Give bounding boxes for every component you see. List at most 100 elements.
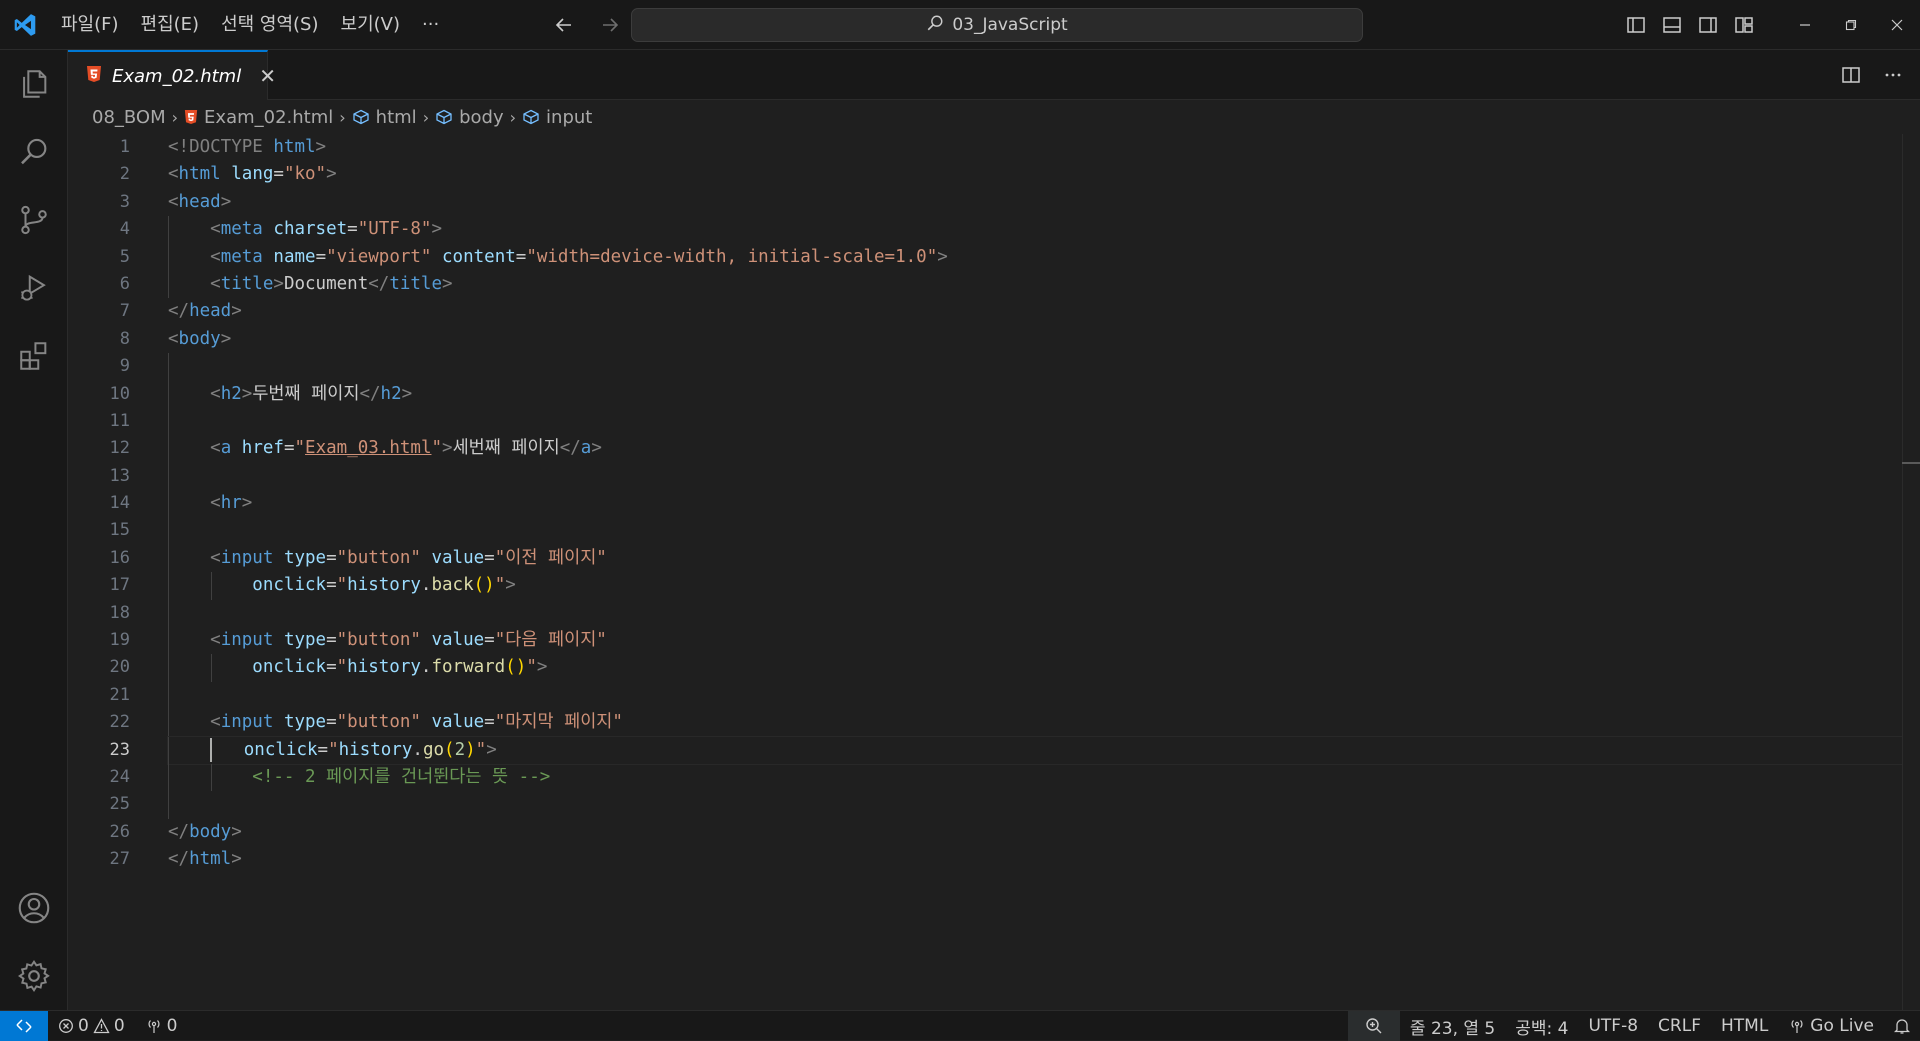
- code-line: <head>: [168, 191, 232, 212]
- attr-token: lang: [231, 164, 274, 185]
- encoding-setting[interactable]: UTF-8: [1578, 1011, 1648, 1041]
- accounts-icon[interactable]: [0, 874, 68, 942]
- zoom-indicator[interactable]: [1347, 1011, 1400, 1041]
- line-number: 17: [109, 575, 130, 596]
- function-token: back: [431, 575, 474, 596]
- attr-token: content: [442, 246, 516, 267]
- customize-layout-icon[interactable]: [1726, 8, 1762, 42]
- zoom-in-icon: [1366, 1018, 1382, 1034]
- close-tab-icon[interactable]: ✕: [259, 64, 276, 88]
- menu-selection[interactable]: 선택 영역(S): [210, 8, 329, 42]
- object-token: history: [338, 739, 413, 760]
- command-center-search[interactable]: 03_JavaScript: [631, 8, 1363, 42]
- code-line-current: onclick="history.go(2)">: [167, 735, 1903, 765]
- breadcrumb-body[interactable]: body: [435, 107, 504, 128]
- ports-indicator[interactable]: 0: [135, 1011, 188, 1041]
- line-number: 18: [109, 602, 130, 623]
- html5-file-icon: [86, 65, 102, 87]
- indentation-setting[interactable]: 공백: 4: [1505, 1011, 1578, 1041]
- forward-arrow-icon[interactable]: [594, 8, 626, 42]
- line-number: 25: [109, 794, 130, 815]
- code-line: <meta name="viewport" content="width=dev…: [168, 243, 1920, 271]
- tab-bar: Exam_02.html ✕: [68, 50, 1920, 100]
- tab-exam-02[interactable]: Exam_02.html ✕: [68, 50, 276, 100]
- warning-count: 0: [113, 1015, 125, 1036]
- minimize-icon[interactable]: [1782, 0, 1828, 50]
- breadcrumb-html[interactable]: html: [352, 107, 417, 128]
- code-line: <meta charset="UTF-8">: [168, 216, 1920, 244]
- menu-file[interactable]: 파일(F): [50, 8, 130, 42]
- code-line: [168, 791, 1920, 819]
- text-token: Document: [283, 273, 369, 294]
- source-control-icon[interactable]: [0, 186, 68, 254]
- attr-token: value: [431, 630, 485, 651]
- scrollbar-cursor-marker: [1902, 462, 1920, 464]
- attr-token: name: [273, 246, 316, 267]
- chevron-right-icon: ›: [509, 107, 517, 127]
- chevron-right-icon: ›: [422, 107, 430, 127]
- close-window-icon[interactable]: [1874, 0, 1920, 50]
- warning-icon: [93, 1017, 110, 1033]
- line-number: 9: [119, 356, 130, 377]
- cursor-position[interactable]: 줄 23, 열 5: [1400, 1011, 1505, 1041]
- menu-edit[interactable]: 편집(E): [130, 8, 211, 42]
- toggle-panel-icon[interactable]: [1654, 8, 1690, 42]
- code-line: <html lang="ko">: [168, 164, 337, 185]
- split-editor-icon[interactable]: [1834, 58, 1868, 92]
- attr-token: charset: [273, 219, 348, 240]
- notifications-bell-icon[interactable]: [1884, 1011, 1920, 1041]
- code-line: <hr>: [168, 490, 1920, 518]
- search-view-icon[interactable]: [0, 118, 68, 186]
- back-arrow-icon[interactable]: [548, 8, 580, 42]
- vertical-scrollbar[interactable]: [1902, 134, 1920, 1010]
- go-live-label: Go Live: [1810, 1016, 1874, 1036]
- html5-file-icon: [184, 110, 198, 124]
- breadcrumb-file[interactable]: Exam_02.html: [184, 107, 333, 128]
- menu-bar: 파일(F) 편집(E) 선택 영역(S) 보기(V) ···: [50, 0, 450, 50]
- restore-icon[interactable]: [1828, 0, 1874, 50]
- tag-token: html: [178, 164, 221, 185]
- function-token: go: [422, 739, 445, 760]
- problems-indicator[interactable]: 0 0: [48, 1011, 135, 1041]
- activity-bar: [0, 50, 68, 1010]
- text-token: 세번째 페이지: [452, 438, 560, 459]
- line-number: 5: [119, 246, 130, 267]
- string-token: "button": [336, 712, 421, 733]
- toggle-primary-sidebar-icon[interactable]: [1618, 8, 1654, 42]
- attr-token: value: [431, 547, 485, 568]
- line-number: 12: [109, 438, 130, 459]
- title-bar: 파일(F) 편집(E) 선택 영역(S) 보기(V) ··· 03_JavaSc…: [0, 0, 1920, 50]
- toggle-secondary-sidebar-icon[interactable]: [1690, 8, 1726, 42]
- run-debug-icon[interactable]: [0, 254, 68, 322]
- line-number: 1: [119, 137, 130, 157]
- string-token: "button": [336, 547, 421, 568]
- eol-setting[interactable]: CRLF: [1648, 1011, 1711, 1041]
- menu-more[interactable]: ···: [411, 8, 450, 42]
- more-actions-icon[interactable]: [1876, 58, 1910, 92]
- code-line: </body>: [168, 821, 242, 842]
- breadcrumb: 08_BOM › Exam_02.html › html › body › in…: [68, 100, 1920, 134]
- string-token: "마지막 페이지": [494, 712, 623, 733]
- chevron-right-icon: ›: [171, 107, 179, 127]
- line-number: 21: [109, 684, 130, 705]
- attr-token: type: [283, 712, 327, 733]
- chevron-right-icon: ›: [339, 107, 346, 127]
- symbol-field-icon: [436, 109, 452, 125]
- language-mode[interactable]: HTML: [1711, 1011, 1778, 1041]
- code-editor[interactable]: 1 2 3 4 5 6 7 8 9 10 11 12 13 14 15 16 17 18 19 20 21 22 23 24 2…: [68, 134, 1920, 1010]
- explorer-icon[interactable]: [0, 50, 68, 118]
- code-line: [168, 353, 1920, 381]
- gear-icon[interactable]: [0, 942, 68, 1010]
- breadcrumb-input[interactable]: input: [522, 107, 592, 128]
- remote-indicator-icon[interactable]: [0, 1010, 48, 1041]
- go-live-button[interactable]: Go Live: [1778, 1011, 1884, 1041]
- link-token[interactable]: Exam_03.html: [305, 438, 431, 458]
- breadcrumb-folder[interactable]: 08_BOM: [92, 107, 166, 128]
- line-number: 15: [109, 520, 130, 541]
- extensions-icon[interactable]: [0, 322, 68, 390]
- code-line: </head>: [168, 301, 242, 322]
- menu-view[interactable]: 보기(V): [330, 8, 411, 42]
- code-content[interactable]: <!DOCTYPE html> <html lang="ko"> <head> …: [167, 134, 1920, 874]
- code-line: [168, 517, 1920, 545]
- error-count: 0: [78, 1015, 89, 1036]
